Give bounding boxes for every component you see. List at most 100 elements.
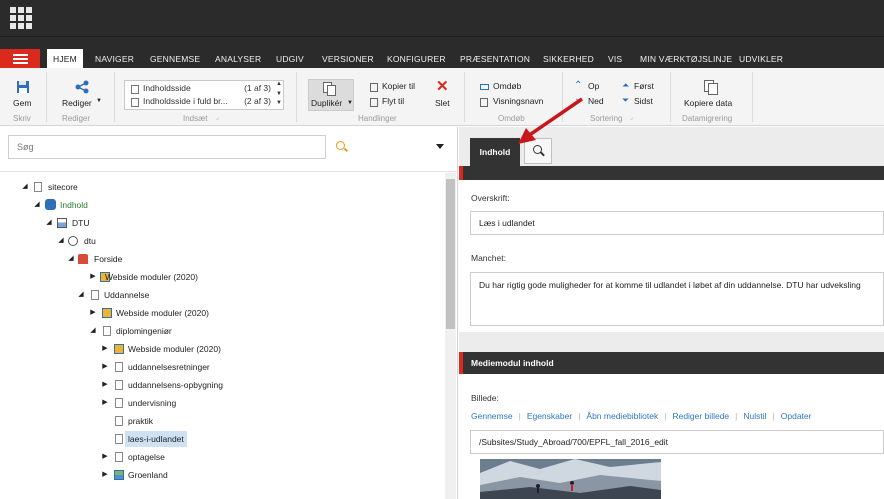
- edit-image-link[interactable]: Rediger billede: [672, 411, 729, 421]
- move-to-button[interactable]: Flyt til: [368, 96, 428, 109]
- tab-naviger[interactable]: NAVIGER: [95, 49, 134, 69]
- edit-label: Rediger: [62, 98, 92, 108]
- image-thumbnail[interactable]: [480, 459, 661, 499]
- group-label-edit: Rediger: [62, 114, 91, 123]
- collapsed-arrow-icon[interactable]: ▶: [88, 269, 98, 285]
- chevron-down-icon: ▼: [96, 98, 102, 104]
- module-folder-icon: [102, 308, 112, 318]
- last-button[interactable]: ⏷ Sidst: [622, 95, 662, 109]
- save-button[interactable]: Gem: [8, 78, 38, 110]
- image-field-label: Billede:: [471, 393, 499, 403]
- module-folder-icon: [114, 344, 124, 354]
- insert-item[interactable]: Indholdsside i fuld br... (2 af 3): [129, 96, 279, 109]
- chevron-down-icon: ▼: [347, 100, 353, 106]
- tab-hjem[interactable]: HJEM: [47, 49, 83, 69]
- group-label-write: Skriv: [13, 114, 31, 123]
- more-icon[interactable]: ▼: [276, 100, 282, 106]
- summary-field-label: Manchet:: [471, 253, 506, 263]
- heading-field[interactable]: Læs i udlandet: [470, 211, 884, 235]
- expand-icon[interactable]: ⌟: [630, 114, 633, 121]
- rename-button[interactable]: Omdøb: [478, 81, 548, 94]
- properties-link[interactable]: Egenskaber: [527, 411, 572, 421]
- first-button[interactable]: ⏶ Først: [622, 80, 662, 94]
- display-name-icon: [480, 98, 488, 107]
- tab-gennemse[interactable]: GENNEMSE: [150, 49, 200, 69]
- page-icon: [114, 470, 124, 480]
- collapsed-arrow-icon[interactable]: ▶: [100, 467, 110, 483]
- edit-icon: [75, 80, 89, 94]
- reset-link[interactable]: Nulstil: [743, 411, 766, 421]
- tab-konfigurer[interactable]: KONFIGURER: [387, 49, 446, 69]
- document-icon: [115, 416, 123, 426]
- launchpad-icon[interactable]: [10, 7, 32, 29]
- annotation-arrow: [518, 97, 583, 144]
- duplicate-button[interactable]: Duplikér ▼: [308, 79, 354, 111]
- copy-to-button[interactable]: Kopier til: [368, 81, 428, 94]
- search-icon[interactable]: [336, 141, 345, 150]
- expanded-arrow-icon[interactable]: ◢: [66, 251, 76, 267]
- expanded-arrow-icon[interactable]: ◢: [56, 233, 66, 249]
- collapsed-arrow-icon[interactable]: ▶: [100, 341, 110, 357]
- image-path-field[interactable]: /Subsites/Study_Abroad/700/EPFL_fall_201…: [470, 430, 884, 454]
- expanded-arrow-icon[interactable]: ◢: [76, 287, 86, 303]
- copy-to-icon: [370, 83, 378, 92]
- group-label-migration: Datamigrering: [682, 114, 733, 123]
- collapsed-arrow-icon[interactable]: ▶: [100, 359, 110, 375]
- search-input[interactable]: Søg: [8, 135, 326, 159]
- menu-icon[interactable]: [0, 49, 40, 69]
- collapsed-arrow-icon[interactable]: ▶: [100, 377, 110, 393]
- rename-label: Omdøb: [493, 81, 522, 91]
- tab-min-vaerktoejslinje[interactable]: MIN VÆRKTØJSLINJE: [640, 49, 732, 69]
- delete-button[interactable]: ✕ Slet: [432, 79, 456, 112]
- double-chevron-up-icon: ⏶: [622, 80, 630, 90]
- scrollbar-thumb[interactable]: [446, 179, 455, 329]
- rename-icon: [480, 84, 489, 90]
- scroll-up-icon[interactable]: ▲: [276, 81, 282, 87]
- expanded-arrow-icon[interactable]: ◢: [20, 179, 30, 195]
- tab-versioner[interactable]: VERSIONER: [322, 49, 374, 69]
- tab-praesentation[interactable]: PRÆSENTATION: [460, 49, 530, 69]
- tab-vis[interactable]: VIS: [608, 49, 622, 69]
- heading-field-label: Overskrift:: [471, 193, 510, 203]
- chevron-down-icon[interactable]: [436, 144, 444, 149]
- document-icon: [131, 98, 139, 107]
- copy-to-label: Kopier til: [382, 81, 416, 91]
- tab-content[interactable]: Indhold: [470, 138, 520, 166]
- copy-data-label: Kopiere data: [684, 98, 733, 108]
- summary-field[interactable]: Du har rigtig gode muligheder for at kom…: [470, 272, 884, 326]
- tab-udgiv[interactable]: UDGIV: [276, 49, 304, 69]
- collapsed-arrow-icon[interactable]: ▶: [88, 305, 98, 321]
- site-icon: [57, 218, 67, 228]
- down-label: Ned: [588, 96, 604, 106]
- tab-sikkerhed[interactable]: SIKKERHED: [543, 49, 594, 69]
- insert-item[interactable]: Indholdsside (1 af 3): [129, 83, 279, 96]
- tab-analyser[interactable]: ANALYSER: [215, 49, 261, 69]
- collapsed-arrow-icon[interactable]: ▶: [100, 395, 110, 411]
- browse-link[interactable]: Gennemse: [471, 411, 513, 421]
- media-links: Gennemse | Egenskaber | Åbn mediebibliotek | R…: [471, 411, 812, 421]
- group-label-insert: Indsæt: [183, 114, 208, 123]
- media-section-header[interactable]: Mediemodul indhold: [459, 352, 884, 374]
- top-bar: [0, 0, 884, 36]
- globe-icon: [68, 236, 78, 246]
- group-label-sort: Sortering: [590, 114, 623, 123]
- collapsed-arrow-icon[interactable]: ▶: [100, 449, 110, 465]
- edit-button[interactable]: Rediger ▼: [58, 78, 104, 110]
- refresh-link[interactable]: Opdater: [781, 411, 812, 421]
- tab-udvikler[interactable]: UDVIKLER: [739, 49, 783, 69]
- ribbon-tab-bar: HJEM NAVIGER GENNEMSE ANALYSER UDGIV VER…: [0, 36, 884, 69]
- document-icon: [91, 290, 99, 300]
- expanded-arrow-icon[interactable]: ◢: [44, 215, 54, 231]
- home-icon: [78, 254, 88, 264]
- document-icon: [115, 452, 123, 462]
- scroll-down-icon[interactable]: ▼: [276, 91, 282, 97]
- expand-icon[interactable]: ⌟: [216, 114, 219, 121]
- search-icon: [533, 145, 542, 154]
- document-icon: [115, 362, 123, 372]
- open-media-library-link[interactable]: Åbn mediebibliotek: [586, 411, 658, 421]
- scrollbar[interactable]: [445, 173, 456, 499]
- expanded-arrow-icon[interactable]: ◢: [32, 197, 42, 213]
- copy-data-button[interactable]: Kopiere data: [680, 78, 744, 110]
- move-to-label: Flyt til: [382, 96, 405, 106]
- expanded-arrow-icon[interactable]: ◢: [88, 323, 98, 339]
